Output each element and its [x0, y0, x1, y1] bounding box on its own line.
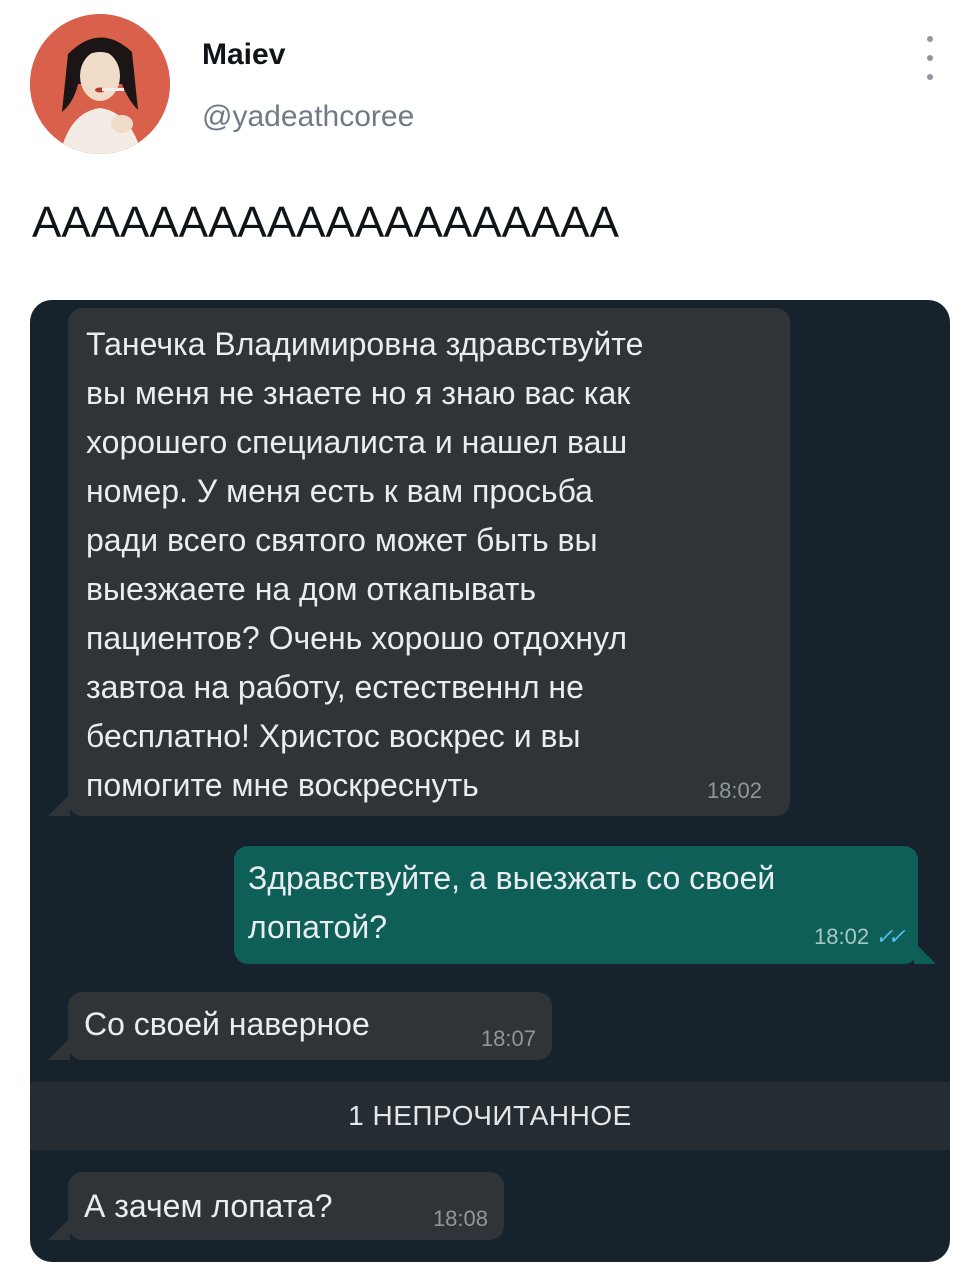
- message-text: А зачем лопата?: [84, 1188, 333, 1224]
- read-ticks-icon: ✓✓: [875, 924, 906, 949]
- outgoing-message: Здравствуйте, а выезжать со своей лопато…: [234, 846, 918, 964]
- incoming-message: А зачем лопата? 18:08: [68, 1172, 504, 1240]
- profile-avatar-icon: [30, 14, 170, 154]
- tweet-text: АААААААААААААААААААА: [32, 198, 619, 247]
- bubble-tail: [48, 794, 70, 816]
- bubble-tail: [914, 942, 936, 964]
- message-text: Здравствуйте, а выезжать со своей лопато…: [248, 860, 776, 945]
- message-time: 18:07: [480, 1026, 536, 1051]
- message-time: 18:02: [814, 924, 870, 949]
- message-time: 18:08: [432, 1206, 488, 1231]
- unread-label: 1 НЕПРОЧИТАННОЕ: [348, 1100, 632, 1131]
- incoming-message: Танечка Владимировна здравствуйте вы мен…: [68, 308, 790, 816]
- unread-divider: 1 НЕПРОЧИТАННОЕ: [30, 1082, 950, 1150]
- avatar[interactable]: [30, 14, 170, 154]
- message-text: Со своей наверное: [84, 1006, 370, 1042]
- message-text: Танечка Владимировна здравствуйте вы мен…: [86, 326, 644, 803]
- display-name[interactable]: Maiev: [202, 38, 285, 72]
- menu-dot: [927, 74, 933, 80]
- chat-screenshot[interactable]: Танечка Владимировна здравствуйте вы мен…: [30, 300, 950, 1262]
- incoming-message: Со своей наверное 18:07: [68, 992, 552, 1060]
- message-time: 18:02: [706, 778, 762, 803]
- more-vertical-icon[interactable]: [920, 36, 940, 80]
- menu-dot: [927, 55, 933, 61]
- menu-dot: [927, 36, 933, 42]
- bubble-tail: [48, 1038, 70, 1060]
- user-handle[interactable]: @yadeathcoree: [202, 100, 414, 134]
- bubble-tail: [48, 1218, 70, 1240]
- message-time-status: 18:02 ✓✓: [814, 924, 906, 949]
